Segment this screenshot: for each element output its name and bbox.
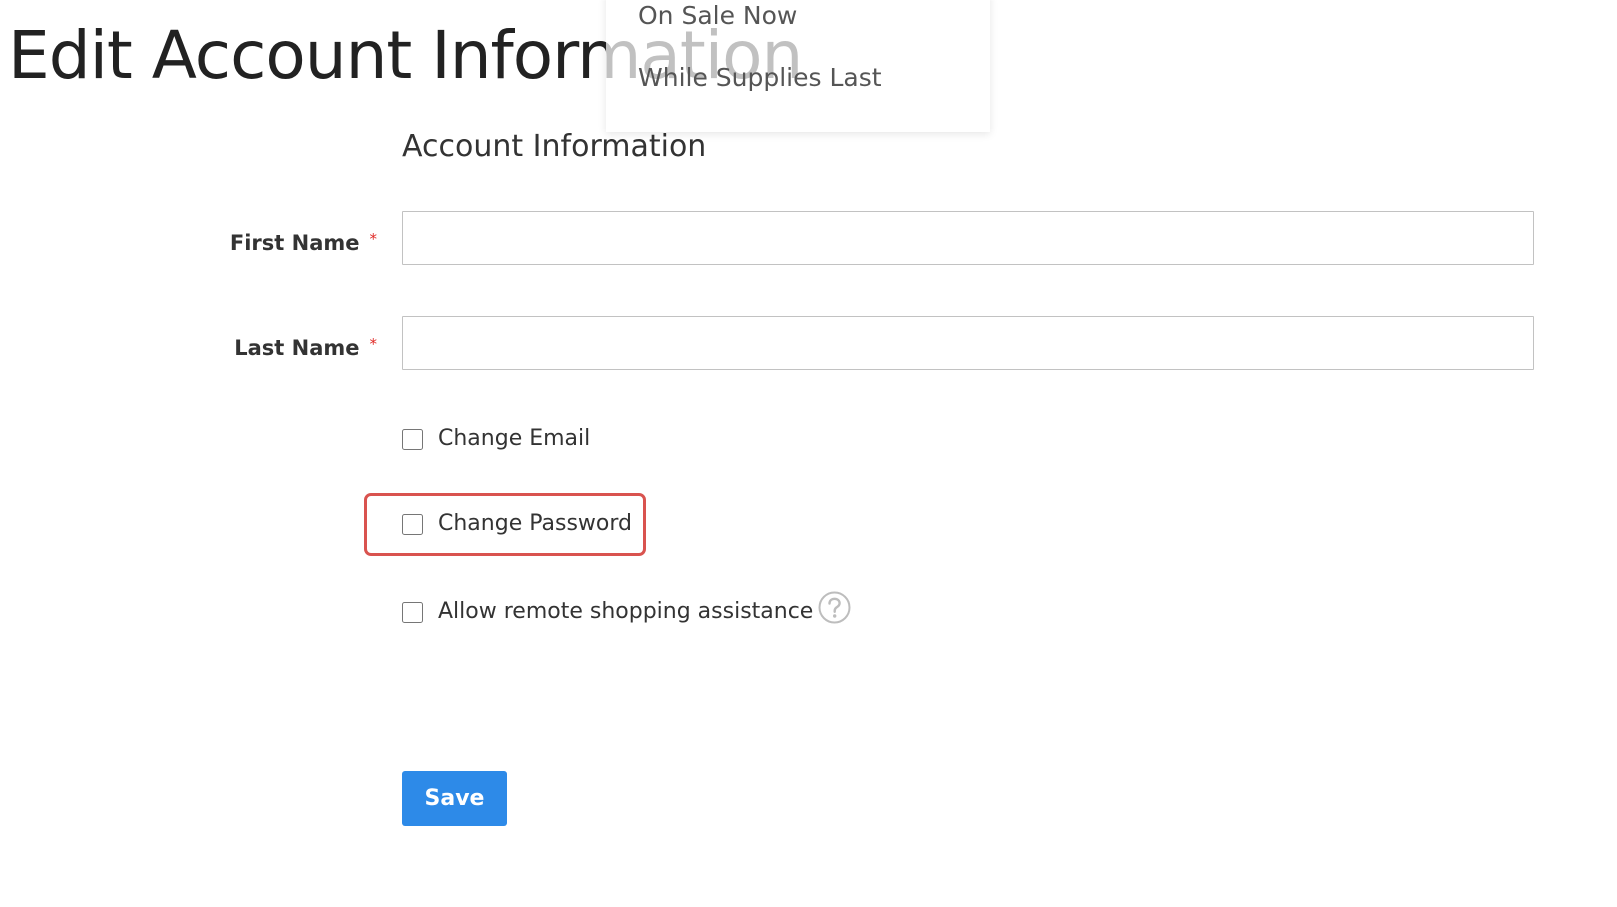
remote-assistance-label[interactable]: Allow remote shopping assistance bbox=[438, 598, 813, 626]
change-email-label[interactable]: Change Email bbox=[438, 425, 590, 453]
nav-dropdown-menu: On Sale Now While Supplies Last bbox=[606, 0, 990, 132]
remote-assistance-option[interactable]: Allow remote shopping assistance bbox=[402, 597, 813, 627]
last-name-label: Last Name * bbox=[234, 330, 377, 362]
first-name-input[interactable] bbox=[402, 211, 1534, 265]
section-title: Account Information bbox=[402, 129, 707, 164]
change-email-option[interactable]: Change Email bbox=[402, 424, 590, 454]
first-name-label: First Name * bbox=[230, 225, 377, 257]
first-name-label-text: First Name bbox=[229, 231, 360, 255]
change-password-label[interactable]: Change Password bbox=[438, 510, 632, 538]
save-button[interactable]: Save bbox=[402, 771, 507, 826]
remote-assistance-checkbox[interactable] bbox=[402, 601, 423, 623]
change-password-checkbox[interactable] bbox=[402, 513, 423, 535]
menu-item-on-sale-now[interactable]: On Sale Now bbox=[638, 1, 797, 31]
change-email-checkbox[interactable] bbox=[402, 428, 423, 450]
required-marker: * bbox=[369, 230, 378, 248]
change-password-option[interactable]: Change Password bbox=[402, 509, 632, 539]
last-name-input[interactable] bbox=[402, 316, 1534, 370]
menu-item-while-supplies-last[interactable]: While Supplies Last bbox=[638, 63, 882, 93]
question-circle-icon[interactable] bbox=[818, 591, 851, 624]
last-name-label-text: Last Name bbox=[234, 336, 360, 360]
required-marker: * bbox=[369, 335, 378, 353]
